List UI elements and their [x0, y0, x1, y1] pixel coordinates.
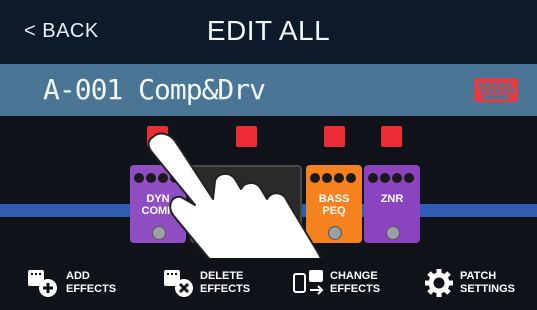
- effect-chain: DYN COMP BASS PEQ ZNR: [0, 116, 537, 288]
- add-effect-icon: [28, 270, 57, 297]
- knob-icon: [392, 173, 402, 183]
- effect-select-marker-4[interactable]: [381, 126, 402, 147]
- effect-name: ZNR: [380, 193, 404, 205]
- change-effects-button[interactable]: CHANGE EFFECTS: [292, 266, 402, 302]
- delete-effects-label: DELETE EFFECTS: [200, 270, 251, 295]
- patch-bar: A-001 Comp&Drv: [0, 64, 537, 116]
- gear-icon: [425, 269, 453, 297]
- page-title: EDIT ALL: [206, 15, 331, 46]
- patch-settings-button[interactable]: PATCH SETTINGS: [424, 266, 532, 302]
- change-effect-icon: [293, 270, 324, 295]
- knob-icon: [134, 173, 144, 183]
- add-effects-label: ADD EFFECTS: [66, 270, 117, 295]
- knob-icon: [368, 173, 378, 183]
- knob-icon: [380, 173, 390, 183]
- delete-effect-icon: [164, 270, 193, 297]
- header-bar: < BACK EDIT ALL: [0, 0, 537, 64]
- change-effects-label: CHANGE EFFECTS: [330, 270, 381, 295]
- keyboard-icon[interactable]: [474, 78, 518, 102]
- add-effects-button[interactable]: ADD EFFECTS: [26, 266, 126, 302]
- footswitch-icon: [386, 226, 400, 240]
- knob-row: [368, 173, 416, 185]
- knob-icon: [404, 173, 414, 183]
- edit-all-screen: < BACK EDIT ALL A-001 Comp&Drv DYN COMP: [0, 0, 537, 310]
- finger-hand-icon: [147, 132, 325, 288]
- patch-settings-label: PATCH SETTINGS: [460, 270, 516, 295]
- bottom-toolbar: ADD EFFECTS DELETE EFFECTS CHANGE EFFECT…: [0, 258, 537, 310]
- delete-effects-button[interactable]: DELETE EFFECTS: [162, 266, 268, 302]
- patch-name[interactable]: A-001 Comp&Drv: [43, 73, 266, 106]
- effect-pedal-znr[interactable]: ZNR: [364, 165, 420, 243]
